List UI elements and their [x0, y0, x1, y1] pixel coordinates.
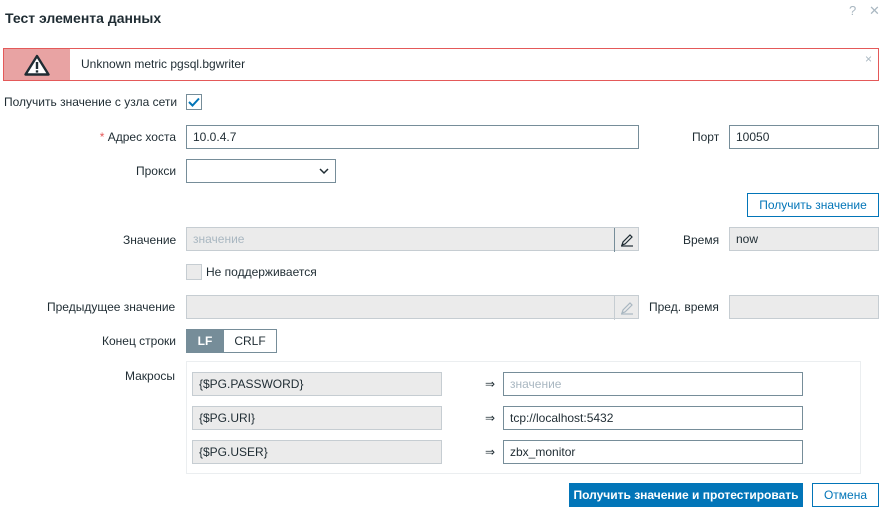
cancel-button[interactable]: Отмена: [812, 483, 879, 507]
arrow-icon: ⇒: [485, 411, 496, 425]
pencil-icon[interactable]: [614, 228, 638, 252]
warning-icon: [4, 49, 70, 80]
checkmark-icon: [188, 97, 200, 107]
previous-value-label: Предыдущее значение: [47, 300, 176, 314]
macro-name: {$PG.PASSWORD}: [192, 372, 442, 396]
macro-value-input[interactable]: tcp://localhost:5432: [503, 406, 803, 430]
time-label: Время: [683, 233, 720, 247]
not-supported-checkbox[interactable]: [186, 264, 202, 280]
macro-value-input[interactable]: zbx_monitor: [503, 440, 803, 464]
end-of-line-toggle[interactable]: LF CRLF: [186, 329, 277, 353]
macro-name: {$PG.URI}: [192, 406, 442, 430]
get-from-host-label: Получить значение с узла сети: [4, 95, 178, 109]
host-address-input[interactable]: 10.0.4.7: [186, 125, 639, 149]
value-placeholder: значение: [193, 232, 245, 246]
test-button[interactable]: Получить значение и протестировать: [569, 483, 803, 507]
previous-time-input: [729, 295, 879, 319]
macro-value-placeholder: значение: [510, 377, 562, 391]
time-input: now: [729, 227, 879, 251]
macro-name: {$PG.USER}: [192, 440, 442, 464]
get-from-host-checkbox[interactable]: [186, 94, 202, 110]
error-message-text: Unknown metric pgsql.bgwriter: [81, 57, 246, 71]
arrow-icon: ⇒: [485, 445, 496, 459]
host-address-label: * Адрес хоста: [99, 130, 176, 144]
previous-value-input: [186, 295, 639, 320]
chevron-down-icon: [319, 168, 329, 175]
value-label: Значение: [123, 233, 177, 247]
not-supported-label: Не поддерживается: [206, 265, 317, 279]
macro-value-input[interactable]: значение: [503, 372, 803, 396]
eol-option-lf[interactable]: LF: [186, 329, 224, 353]
error-message-bar: Unknown metric pgsql.bgwriter ×: [3, 48, 879, 81]
close-icon[interactable]: ✕: [869, 3, 880, 19]
help-icon[interactable]: ?: [849, 3, 856, 18]
proxy-label: Прокси: [136, 164, 177, 178]
arrow-icon: ⇒: [485, 377, 496, 391]
pencil-icon: [614, 296, 638, 320]
previous-time-label: Пред. время: [649, 300, 719, 314]
message-close-icon[interactable]: ×: [865, 52, 872, 66]
port-input[interactable]: 10050: [729, 125, 879, 149]
dialog-title: Тест элемента данных: [5, 10, 162, 26]
get-value-button[interactable]: Получить значение: [747, 193, 879, 217]
port-label: Порт: [692, 130, 720, 144]
end-of-line-label: Конец строки: [102, 334, 176, 348]
macros-label: Макросы: [125, 369, 176, 383]
proxy-select[interactable]: [186, 159, 336, 183]
eol-option-crlf[interactable]: CRLF: [224, 329, 277, 353]
value-input[interactable]: значение: [186, 227, 639, 252]
